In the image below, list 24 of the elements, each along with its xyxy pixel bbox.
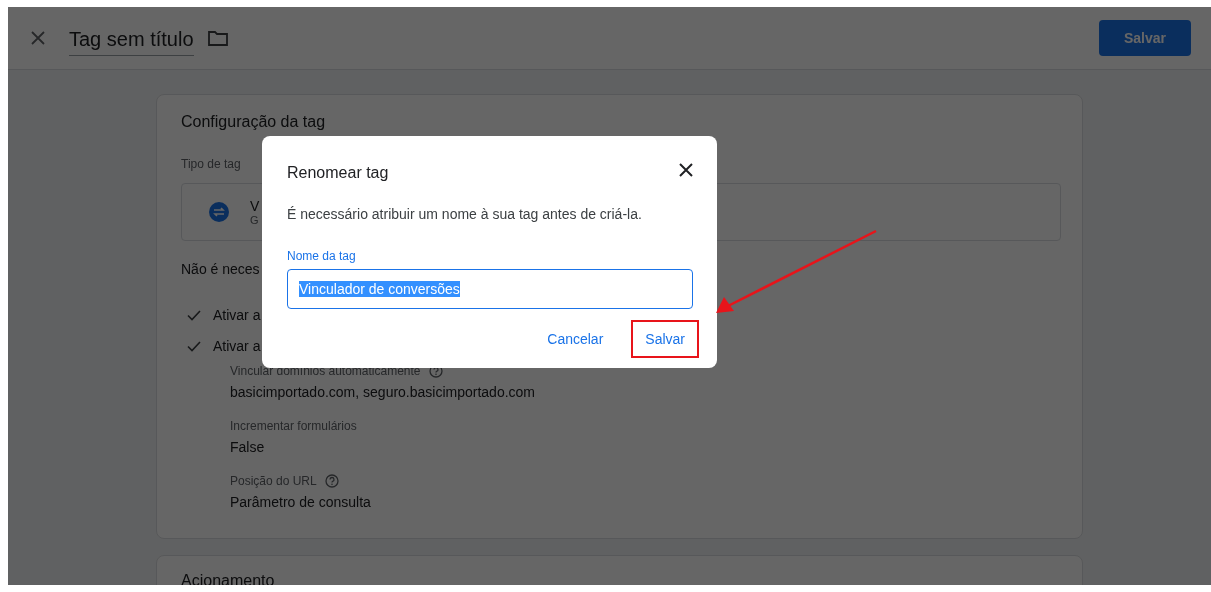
field-label: Tipo de tag: [181, 157, 241, 171]
field-value: False: [230, 439, 266, 455]
dialog-title: Renomear tag: [287, 164, 389, 182]
option-label: Ativar a: [213, 307, 261, 323]
field-value: basicimportado.com, seguro.basicimportado.com: [230, 384, 537, 400]
card-title: Configuração da tag: [181, 113, 327, 131]
option-label: Ativar a: [213, 338, 261, 354]
dialog-message: É necessário atribuir um nome à sua tag antes de criá-la.: [287, 206, 643, 222]
field-label: Vincular domínios automaticamente: [230, 364, 421, 378]
tag-type-subtitle: G: [250, 214, 259, 226]
folder-icon[interactable]: [207, 30, 228, 46]
tag-title-field[interactable]: Tag sem título: [69, 24, 194, 56]
tag-name-field[interactable]: Vinculador de conversões: [287, 269, 693, 309]
field-label: Posição do URL: [230, 474, 317, 488]
close-icon[interactable]: [679, 163, 693, 177]
save-button[interactable]: Salvar: [1099, 20, 1191, 56]
field-label: Nome da tag: [287, 249, 357, 263]
field-label: Incrementar formulários: [230, 419, 357, 433]
tag-type-name: V: [250, 198, 260, 214]
note-text: Não é neces: [181, 261, 261, 277]
cancel-button[interactable]: Cancelar: [533, 320, 618, 358]
field-value: Parâmetro de consulta: [230, 494, 372, 510]
save-button[interactable]: Salvar: [631, 320, 699, 358]
swap-arrows-icon: [209, 202, 229, 222]
